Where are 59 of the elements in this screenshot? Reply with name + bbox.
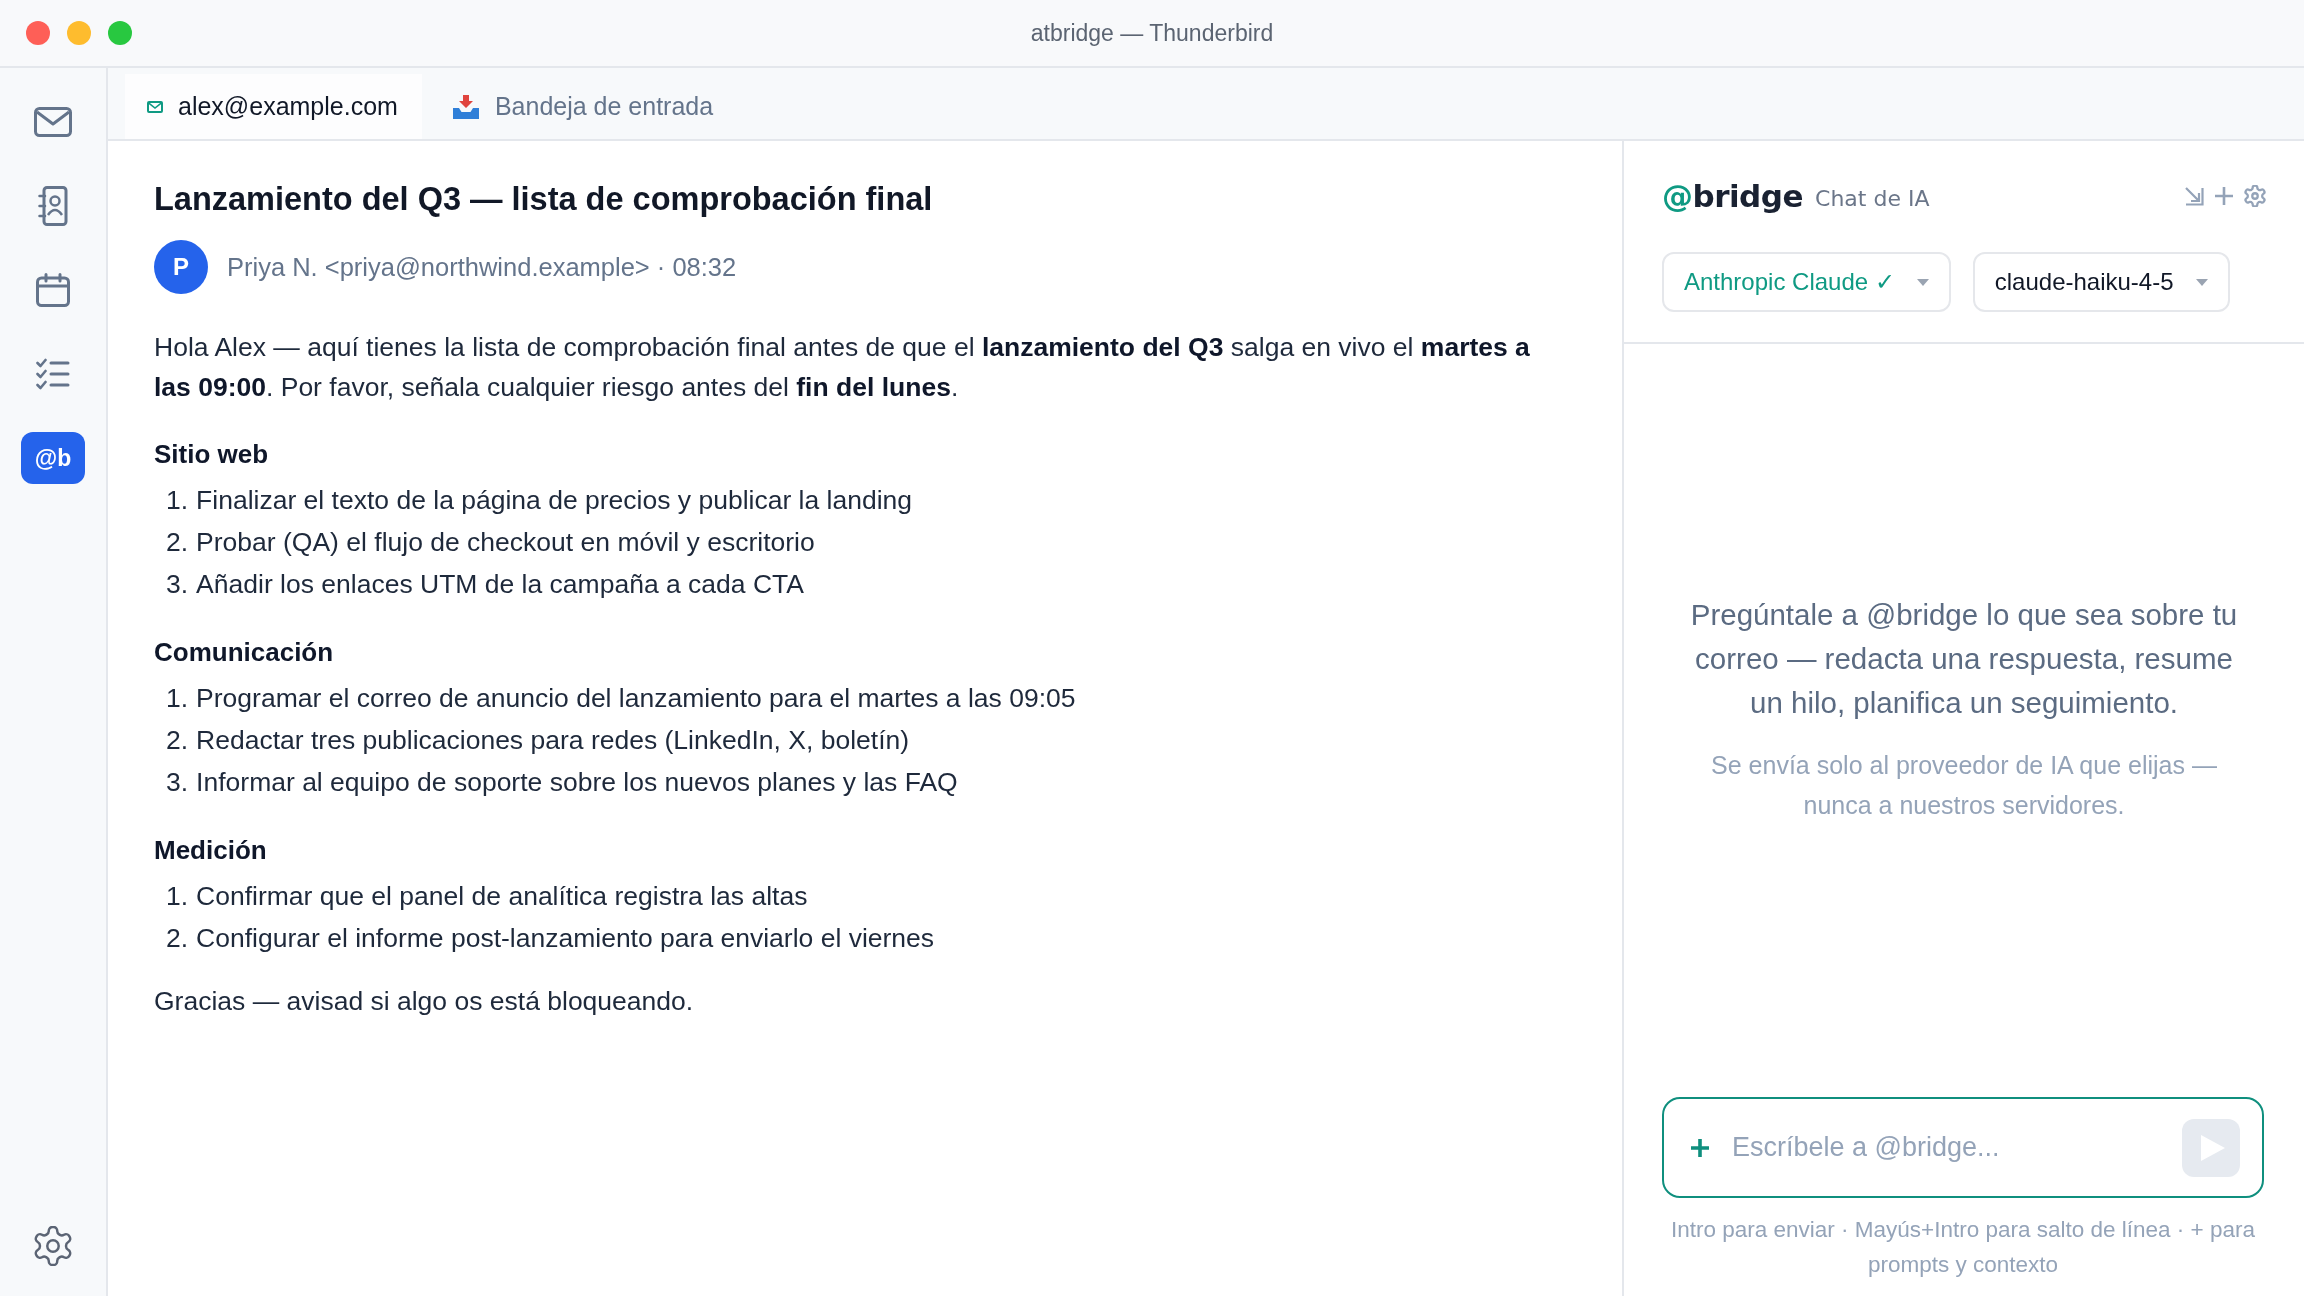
brand-logo: @bridge	[1662, 178, 1803, 214]
dropdown[interactable]: Anthropic Claude ✓	[1662, 252, 1951, 312]
avatar: P	[154, 240, 208, 294]
section-heading: Sitio web	[154, 438, 270, 471]
window-title: atbridge — Thunderbird	[1030, 19, 1274, 47]
list-number: 1.	[166, 484, 189, 517]
plus-icon	[2214, 186, 2234, 206]
section-heading: Comunicación	[154, 636, 335, 669]
message-input[interactable]: Escríbele a @bridge...	[1732, 1117, 2160, 1178]
list-item: Redactar tres publicaciones para redes (LinkedIn, X, boletín)	[196, 724, 910, 757]
list-item: Informar al equipo de soporte sobre los nuevos planes y las FAQ	[196, 766, 958, 799]
caret-icon	[1916, 278, 1929, 286]
close-button[interactable]	[26, 21, 50, 45]
list-number: 1.	[166, 682, 189, 715]
list-item: Programar el correo de anuncio del lanzamiento para el martes a las 09:05	[196, 682, 1076, 715]
settings-button[interactable]	[2244, 185, 2266, 207]
email-paragraph: Hola Alex — aquí tienes la lista de comprobación final antes de que el lanzamiento del Q3 salga en vivo el martes a las 09:00. Por favor, señala cualquier riesgo antes del fin del lunes.	[154, 331, 1531, 404]
dropdown[interactable]: claude-haiku-4-5	[1972, 252, 2230, 312]
email-subject: Lanzamiento del Q3 — lista de comprobación final	[154, 180, 934, 219]
mail-icon	[34, 107, 72, 137]
list-item: Finalizar el texto de la página de precios y publicar la landing	[196, 484, 913, 517]
list-item: Configurar el informe post-lanzamiento para enviarlo el viernes	[196, 922, 935, 955]
envelope-icon	[147, 100, 163, 113]
sender-line: Priya N. <priya@northwind.example> · 08:32	[227, 252, 737, 282]
composer-hint: Intro para enviar · Mayús+Intro para salto de línea · + para prompts y contexto	[1669, 1216, 2257, 1279]
arrow-corner-icon	[2184, 186, 2204, 206]
sidebar-item[interactable]: @b	[21, 432, 85, 484]
caret-icon	[2195, 278, 2208, 286]
empty-state-text: Pregúntale a @bridge lo que sea sobre tu correo — redacta una respuesta, resume un hilo, planifica un seguimiento.	[1689, 596, 2239, 721]
settings-button[interactable]	[33, 1226, 73, 1266]
collapse-button[interactable]	[2184, 186, 2204, 206]
zoom-button[interactable]	[108, 21, 132, 45]
address-book-icon	[38, 186, 68, 226]
privacy-note: Se envía solo al proveedor de IA que elijas — nunca a nuestros servidores.	[1710, 749, 2218, 821]
list-number: 1.	[166, 880, 189, 913]
minimize-button[interactable]	[67, 21, 91, 45]
list-number: 2.	[166, 724, 189, 757]
send-icon	[2201, 1134, 2225, 1161]
email-paragraph: Gracias — avisad si algo os está bloqueando.	[154, 985, 695, 1018]
list-item: Añadir los enlaces UTM de la campaña a cada CTA	[196, 568, 804, 601]
panel-subtitle: Chat de IA	[1815, 185, 1930, 211]
settings-icon	[33, 1226, 73, 1266]
add-button[interactable]	[1690, 1137, 1710, 1158]
list-item: Confirmar que el panel de analítica registra las altas	[196, 880, 808, 913]
tab[interactable]: Bandeja de entrada	[429, 74, 738, 139]
list-number: 2.	[166, 922, 189, 955]
checklist-icon	[36, 358, 70, 390]
inbox-tray-icon	[451, 93, 480, 120]
new-chat-button[interactable]	[2214, 186, 2234, 206]
section-heading: Medición	[154, 834, 268, 867]
plus-icon	[1690, 1137, 1710, 1158]
settings-icon	[2244, 185, 2266, 207]
tab[interactable]: alex@example.com	[125, 74, 422, 139]
list-number: 3.	[166, 766, 189, 799]
list-item: Probar (QA) el flujo de checkout en móvil y escritorio	[196, 526, 815, 559]
list-number: 2.	[166, 526, 189, 559]
calendar-icon	[36, 273, 70, 307]
list-number: 3.	[166, 568, 189, 601]
message-field[interactable]: Escríbele a @bridge...	[1662, 1097, 2264, 1198]
